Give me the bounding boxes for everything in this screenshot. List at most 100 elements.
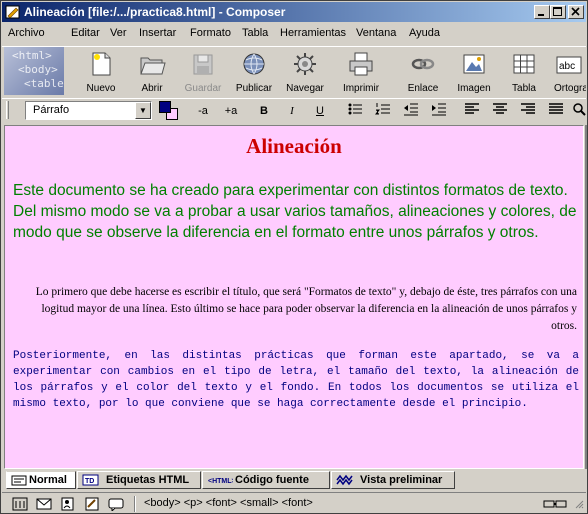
browse-gear-icon	[294, 53, 316, 75]
text-color-picker[interactable]	[159, 101, 179, 121]
numbered-list-button[interactable]	[374, 102, 392, 120]
save-label: Guardar	[184, 83, 222, 94]
menu-tabla[interactable]: Tabla	[242, 27, 268, 39]
more-format-button[interactable]	[572, 102, 586, 120]
composer-icon[interactable]	[84, 497, 100, 511]
tab-source-code[interactable]: <HTML> Código fuente	[202, 471, 330, 489]
chevron-down-icon[interactable]: ▼	[135, 102, 151, 119]
mail-icon[interactable]	[36, 497, 52, 511]
tab-source-code-label: Código fuente	[235, 474, 309, 486]
status-bar: <body> <p> <font> <small> <font>	[2, 492, 586, 513]
table-icon	[513, 54, 535, 74]
menu-bar: Archivo Editar Ver Insertar Formato Tabl…	[2, 24, 586, 44]
close-button[interactable]	[568, 5, 584, 19]
table-button[interactable]: Tabla	[499, 49, 549, 95]
increase-font-size-button[interactable]: +a	[220, 102, 242, 120]
search-icon	[573, 103, 586, 116]
browse-button[interactable]: Navegar	[280, 49, 330, 95]
indent-icon	[432, 103, 446, 116]
format-toolbar: Párrafo ▼ -a +a B I U	[2, 98, 586, 122]
image-button[interactable]: Imagen	[449, 49, 499, 95]
link-chain-icon	[411, 58, 435, 70]
tab-html-tags[interactable]: TD Etiquetas HTML	[77, 471, 201, 489]
text-color-swatch[interactable]	[159, 101, 171, 113]
save-disk-icon	[193, 54, 213, 75]
paragraph-justified-mono: Posteriormente, en las distintas práctic…	[13, 350, 579, 410]
menu-herramientas[interactable]: Herramientas	[280, 27, 346, 39]
publish-button[interactable]: Publicar	[229, 49, 279, 95]
html-logo: <html> <body> <table	[4, 47, 64, 95]
navigator-icon[interactable]	[12, 497, 28, 511]
composer-app-icon	[5, 5, 20, 19]
tab-normal[interactable]: Normal	[6, 471, 76, 489]
logo-line: <html>	[12, 49, 52, 62]
outdent-button[interactable]	[402, 102, 420, 120]
paragraph-style-value: Párrafo	[33, 104, 70, 116]
align-right-button[interactable]	[519, 102, 537, 120]
spellcheck-button[interactable]: abc Ortogra	[550, 49, 586, 95]
folder-open-icon	[140, 57, 166, 75]
composition-toolbar: <html> <body> <table Nuevo Abrir Guardar…	[2, 46, 586, 96]
bold-button[interactable]: B	[255, 102, 273, 120]
element-tag-path[interactable]: <body> <p> <font> <small> <font>	[144, 497, 313, 509]
table-label: Tabla	[512, 83, 536, 94]
align-center-icon	[493, 103, 507, 114]
status-separator	[134, 496, 136, 512]
browse-label: Navegar	[286, 83, 324, 94]
svg-text:<HTML>: <HTML>	[208, 478, 233, 485]
spellcheck-icon: abc	[556, 56, 582, 74]
spellcheck-label: Ortogra	[554, 83, 586, 94]
new-page-icon	[92, 52, 111, 76]
window-title: Alineación [file:/.../practica8.html] - …	[24, 5, 286, 19]
menu-formato[interactable]: Formato	[190, 27, 231, 39]
align-right-icon	[521, 103, 535, 114]
decrease-font-size-button[interactable]: -a	[192, 102, 214, 120]
link-label: Enlace	[407, 83, 439, 94]
underline-button[interactable]: U	[311, 102, 329, 120]
print-button[interactable]: Imprimir	[336, 49, 386, 95]
link-button[interactable]: Enlace	[398, 49, 448, 95]
indent-button[interactable]	[430, 102, 448, 120]
addressbook-icon[interactable]	[60, 497, 76, 511]
minimize-icon	[538, 14, 544, 16]
globe-publish-icon	[243, 53, 265, 75]
image-label: Imagen	[457, 83, 491, 94]
publish-label: Publicar	[235, 83, 273, 94]
edit-mode-tabs: Normal TD Etiquetas HTML <HTML> Código f…	[4, 471, 584, 490]
save-button[interactable]: Guardar	[178, 49, 228, 95]
svg-text:abc: abc	[559, 61, 575, 72]
open-label: Abrir	[141, 83, 163, 94]
bulleted-list-button[interactable]	[346, 102, 364, 120]
logo-line: <table	[24, 77, 64, 90]
menu-archivo[interactable]: Archivo	[8, 27, 45, 39]
preview-icon	[336, 474, 353, 486]
html-tags-icon: TD	[82, 474, 99, 486]
menu-editar[interactable]: Editar	[71, 27, 100, 39]
chat-icon[interactable]	[108, 497, 124, 511]
menu-ventana[interactable]: Ventana	[356, 27, 396, 39]
tab-preview[interactable]: Vista preliminar	[331, 471, 455, 489]
italic-button[interactable]: I	[283, 102, 301, 120]
menu-ayuda[interactable]: Ayuda	[409, 27, 440, 39]
normal-mode-icon	[11, 475, 27, 486]
align-left-button[interactable]	[463, 102, 481, 120]
numbered-list-icon	[375, 103, 390, 115]
bullet-list-icon	[348, 103, 362, 115]
maximize-icon	[553, 7, 562, 16]
paragraph-style-select[interactable]: Párrafo ▼	[25, 101, 152, 120]
document-editor[interactable]: Alineación Este documento se ha creado p…	[4, 125, 584, 469]
html-source-icon: <HTML>	[208, 478, 233, 485]
toolbar-grip[interactable]	[6, 101, 9, 119]
align-justify-icon	[549, 103, 563, 114]
open-button[interactable]: Abrir	[127, 49, 177, 95]
menu-ver[interactable]: Ver	[110, 27, 127, 39]
online-status-icon[interactable]	[542, 497, 568, 511]
resize-grip-icon[interactable]	[572, 497, 584, 511]
maximize-button[interactable]	[550, 5, 566, 19]
new-button[interactable]: Nuevo	[76, 49, 126, 95]
align-center-button[interactable]	[491, 102, 509, 120]
menu-insertar[interactable]: Insertar	[139, 27, 176, 39]
new-label: Nuevo	[86, 83, 116, 94]
align-justify-button[interactable]	[547, 102, 565, 120]
minimize-button[interactable]	[534, 5, 550, 19]
